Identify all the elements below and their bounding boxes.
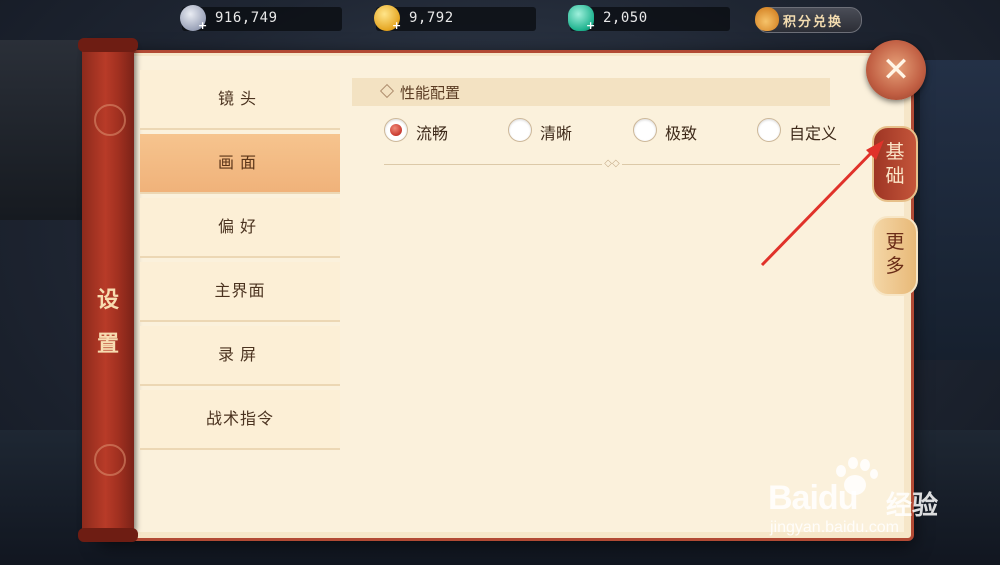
menu-item-label: 偏好	[217, 217, 262, 236]
menu-item-camera[interactable]: 镜头	[140, 70, 340, 130]
menu-item-main-interface[interactable]: 主界面	[140, 262, 340, 322]
menu-item-tactical-commands[interactable]: 战术指令	[140, 390, 340, 450]
settings-scroll: 设置	[78, 38, 138, 542]
radio-clear[interactable]: 清晰	[508, 118, 608, 144]
tab-label: 基	[885, 141, 905, 163]
radio-label: 极致	[665, 124, 698, 143]
baidu-watermark: Baidu 经验 jingyan.baidu.com	[768, 455, 948, 545]
add-icon[interactable]: +	[198, 20, 208, 31]
close-button[interactable]: ✕	[866, 40, 926, 100]
silver-currency[interactable]: + 916,749	[180, 5, 342, 31]
divider-ornament-icon: ◇◇	[602, 158, 622, 170]
background-scenery-right	[920, 60, 1000, 360]
menu-item-label: 主界面	[214, 281, 266, 300]
silver-amount: 916,749	[215, 10, 278, 26]
scroll-cap-bottom	[78, 528, 138, 542]
radio-checked-icon	[384, 118, 408, 142]
points-exchange-button[interactable]: 积分兑换	[755, 7, 862, 33]
radio-label: 清晰	[540, 124, 573, 143]
menu-item-label: 战术指令	[205, 409, 274, 428]
currency-bar: + 916,749 + 9,792 + 2,050 积分兑换	[0, 0, 1000, 36]
radio-custom[interactable]: 自定义	[757, 118, 857, 144]
menu-item-graphics[interactable]: 画面	[140, 134, 340, 194]
scroll-ornament-icon	[94, 444, 126, 476]
radio-unchecked-icon	[633, 118, 657, 142]
diamond-icon	[379, 83, 395, 99]
tab-label: 多	[885, 255, 905, 277]
menu-item-preferences[interactable]: 偏好	[140, 198, 340, 258]
add-icon[interactable]: +	[586, 20, 596, 31]
close-icon: ✕	[881, 50, 911, 90]
tab-label: 更	[885, 231, 905, 253]
gold-amount: 9,792	[409, 10, 454, 26]
panel-title: 设置	[96, 287, 119, 357]
watermark-brand: Baidu	[768, 479, 858, 517]
jade-amount: 2,050	[603, 10, 648, 26]
section-title: 性能配置	[400, 84, 461, 102]
menu-item-label: 录屏	[217, 345, 262, 364]
watermark-cn: 经验	[886, 491, 939, 521]
tab-label: 础	[885, 165, 905, 187]
menu-item-label: 画面	[217, 153, 262, 172]
radio-ultra[interactable]: 极致	[633, 118, 733, 144]
watermark-url: jingyan.baidu.com	[770, 519, 899, 536]
menu-item-screen-recording[interactable]: 录屏	[140, 326, 340, 386]
background-scenery-left	[0, 40, 90, 220]
jade-currency[interactable]: + 2,050	[568, 5, 730, 31]
section-header: 性能配置	[352, 78, 830, 106]
add-icon[interactable]: +	[392, 20, 402, 31]
tab-basic[interactable]: 基 础	[872, 126, 918, 202]
radio-label: 流畅	[416, 124, 449, 143]
scroll-cap-top	[78, 38, 138, 52]
radio-label: 自定义	[789, 124, 838, 143]
points-exchange-label: 积分兑换	[783, 15, 844, 30]
radio-smooth[interactable]: 流畅	[384, 118, 484, 144]
radio-unchecked-icon	[508, 118, 532, 142]
settings-menu: 镜头 画面 偏好 主界面 录屏 战术指令	[140, 70, 340, 454]
menu-item-label: 镜头	[217, 89, 262, 108]
bag-icon	[755, 7, 779, 31]
scroll-ornament-icon	[94, 104, 126, 136]
gold-currency[interactable]: + 9,792	[374, 5, 536, 31]
tab-more[interactable]: 更 多	[872, 216, 918, 296]
radio-unchecked-icon	[757, 118, 781, 142]
